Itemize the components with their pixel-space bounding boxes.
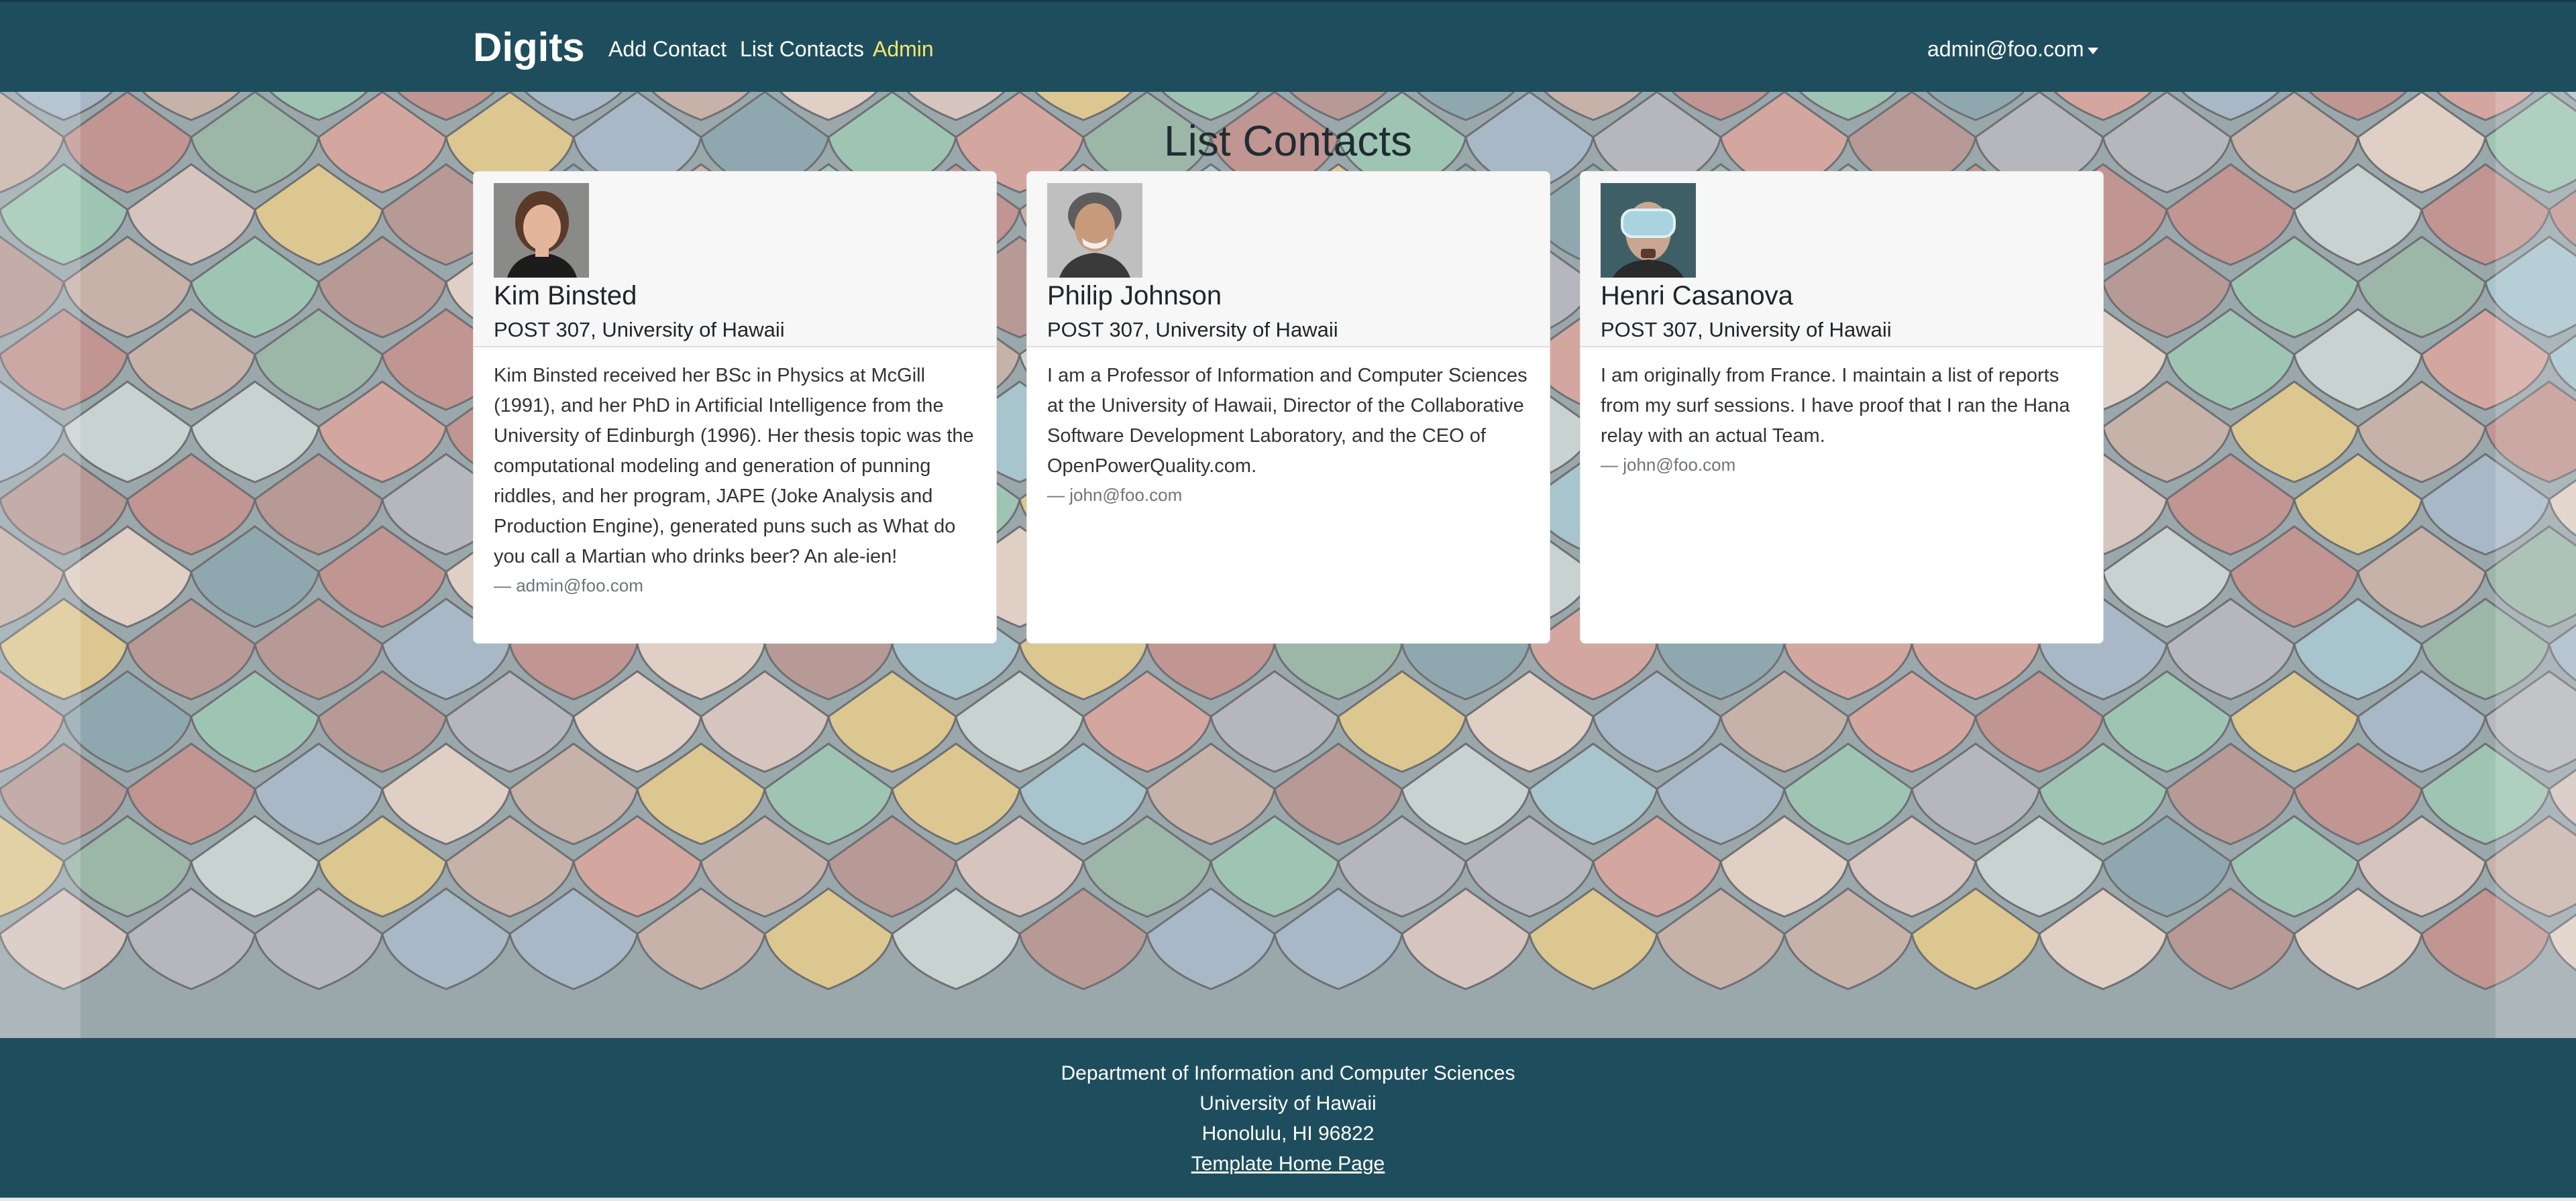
avatar	[1601, 183, 1696, 278]
avatar	[1047, 183, 1142, 278]
nav-list-contacts[interactable]: List Contacts	[740, 36, 864, 62]
contact-card: Henri Casanova POST 307, University of H…	[1580, 171, 2104, 644]
card-header: Kim Binsted POST 307, University of Hawa…	[474, 172, 996, 347]
card-header: Philip Johnson POST 307, University of H…	[1027, 172, 1550, 347]
contact-address: POST 307, University of Hawaii	[494, 318, 785, 341]
contact-owner: — john@foo.com	[1601, 455, 1736, 475]
brand-logo[interactable]: Digits	[473, 21, 585, 74]
nav-add-contact[interactable]: Add Contact	[608, 36, 727, 62]
top-navbar: Digits Add Contact List Contacts Admin a…	[0, 0, 2576, 92]
card-body: I am a Professor of Information and Comp…	[1047, 361, 1534, 508]
contact-name: Henri Casanova	[1601, 281, 1793, 310]
contact-description: I am a Professor of Information and Comp…	[1047, 365, 1527, 477]
card-header: Henri Casanova POST 307, University of H…	[1580, 172, 2103, 347]
user-dropdown[interactable]: admin@foo.com	[1927, 36, 2099, 62]
contact-card: Philip Johnson POST 307, University of H…	[1026, 171, 1550, 644]
footer-department: Department of Information and Computer S…	[1061, 1062, 1515, 1084]
avatar	[494, 183, 589, 278]
contact-address: POST 307, University of Hawaii	[1601, 318, 1892, 341]
contact-owner: — john@foo.com	[1047, 485, 1183, 505]
contact-description: Kim Binsted received her BSc in Physics …	[494, 365, 974, 567]
contact-address: POST 307, University of Hawaii	[1047, 318, 1338, 341]
contact-description: I am originally from France. I maintain …	[1601, 365, 2070, 447]
template-home-link[interactable]: Template Home Page	[1191, 1153, 1385, 1175]
contact-card: Kim Binsted POST 307, University of Hawa…	[473, 171, 997, 644]
main-content: List Contacts Kim Binsted POST 307, Univ…	[0, 92, 2576, 1038]
caret-down-icon	[2088, 47, 2099, 54]
user-email: admin@foo.com	[1927, 37, 2084, 61]
footer-address: Honolulu, HI 96822	[1201, 1123, 1375, 1145]
contact-name: Philip Johnson	[1047, 281, 1222, 310]
nav-admin[interactable]: Admin	[873, 36, 934, 62]
footer: Department of Information and Computer S…	[0, 1038, 2576, 1201]
card-body: I am originally from France. I maintain …	[1601, 361, 2087, 478]
page-title: List Contacts	[1164, 117, 1412, 165]
contact-owner: — admin@foo.com	[494, 575, 643, 595]
contact-name: Kim Binsted	[494, 281, 637, 310]
card-body: Kim Binsted received her BSc in Physics …	[494, 361, 980, 599]
footer-university: University of Hawaii	[1199, 1092, 1377, 1114]
